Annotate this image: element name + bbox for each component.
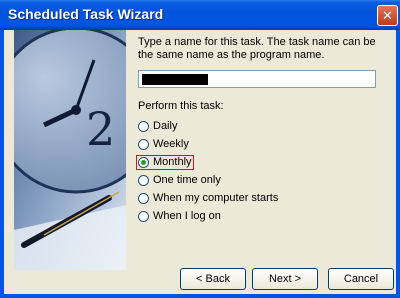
radio-daily-label[interactable]: Daily (153, 120, 177, 133)
radio-computer-starts-button[interactable] (138, 193, 149, 204)
window-title: Scheduled Task Wizard (8, 6, 164, 22)
radio-log-on-button[interactable] (138, 211, 149, 222)
close-icon: ✕ (382, 9, 393, 24)
radio-daily-button[interactable] (138, 121, 149, 132)
focus-rectangle (136, 155, 194, 170)
next-button[interactable]: Next > (252, 268, 318, 290)
instruction-text: Type a name for this task. The task name… (138, 36, 376, 61)
back-button[interactable]: < Back (180, 268, 246, 290)
window-frame-left (0, 30, 4, 298)
radio-one-time-button[interactable] (138, 175, 149, 186)
wizard-window: Scheduled Task Wizard ✕ 2 Type a name fo… (0, 0, 400, 298)
window-frame-bottom (0, 294, 400, 298)
wizard-illustration: 2 (14, 30, 126, 270)
radio-computer-starts-label[interactable]: When my computer starts (153, 192, 278, 205)
radio-weekly-button[interactable] (138, 139, 149, 150)
radio-one-time-label[interactable]: One time only (153, 174, 221, 187)
radio-log-on-label[interactable]: When I log on (153, 210, 221, 223)
cancel-button[interactable]: Cancel (328, 268, 394, 290)
clock-pen-illustration: 2 (14, 30, 126, 270)
svg-text:2: 2 (86, 102, 115, 156)
title-bar[interactable]: Scheduled Task Wizard ✕ (0, 0, 400, 30)
task-name-value (142, 74, 208, 85)
close-button[interactable]: ✕ (377, 5, 398, 26)
perform-label: Perform this task: (138, 100, 224, 112)
task-name-input[interactable] (138, 70, 376, 88)
radio-weekly-label[interactable]: Weekly (153, 138, 189, 151)
window-frame-right (396, 30, 400, 298)
